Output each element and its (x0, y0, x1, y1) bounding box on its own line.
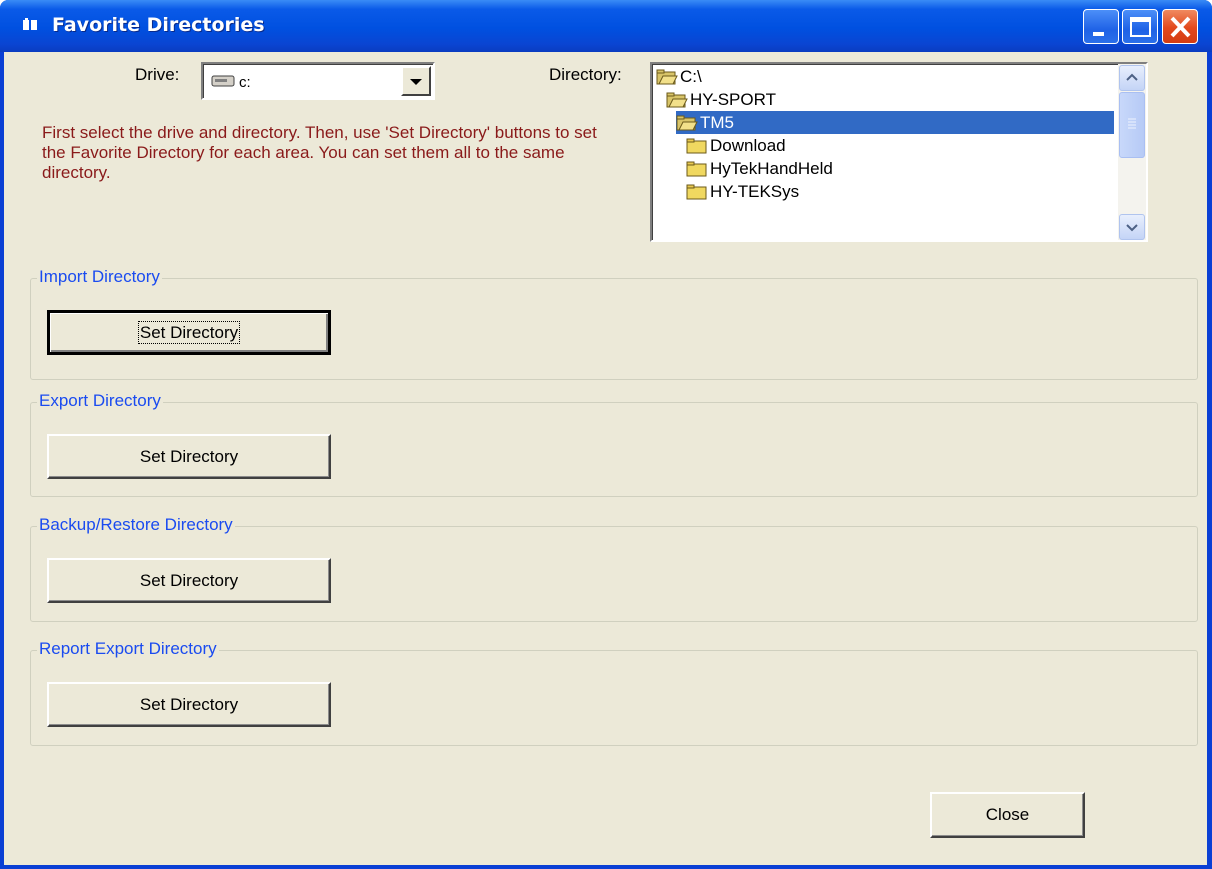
directory-item-label: C:\ (680, 66, 702, 86)
directory-item[interactable]: HyTekHandHeld (686, 157, 833, 180)
directory-item-label: HY-SPORT (690, 89, 776, 109)
chevron-up-icon (1126, 73, 1138, 81)
button-label: Set Directory (139, 446, 239, 466)
scroll-down-button[interactable] (1119, 214, 1145, 240)
directory-item[interactable]: C:\ (656, 65, 702, 88)
directory-item-label: TM5 (700, 112, 734, 132)
drive-icon (211, 75, 235, 87)
scroll-thumb[interactable] (1119, 92, 1145, 158)
drive-label: Drive: (135, 65, 180, 84)
drive-dropdown-button[interactable] (401, 66, 431, 96)
drive-select[interactable]: c: (201, 62, 435, 100)
directory-list[interactable]: C:\ HY-SPORT TM5 Download HyTekHandHeld HY-TE… (650, 62, 1148, 242)
button-label: Set Directory (139, 570, 239, 590)
close-icon (1170, 16, 1191, 38)
set-report-export-directory-button[interactable]: Set Directory (47, 682, 331, 727)
maximize-button[interactable] (1122, 9, 1158, 44)
favorite-directories-window: Favorite Directories Drive: c: Directory… (0, 0, 1212, 869)
title-bar[interactable]: Favorite Directories (0, 0, 1212, 52)
minimize-icon (1093, 32, 1104, 36)
minimize-button[interactable] (1083, 9, 1119, 44)
close-button[interactable]: Close (930, 792, 1085, 838)
directory-item[interactable]: Download (686, 134, 786, 157)
open-folder-icon (666, 92, 688, 107)
close-window-button[interactable] (1162, 9, 1198, 44)
group-title: Report Export Directory (37, 639, 219, 659)
set-export-directory-button[interactable]: Set Directory (47, 434, 331, 479)
dialog-body: Drive: c: Directory: C:\ HY-SPORT TM5 Downl… (4, 52, 1207, 865)
folder-icon (686, 184, 707, 199)
folder-icon (686, 161, 707, 176)
chevron-down-icon (410, 79, 422, 85)
directory-item-label: HY-TEKSys (710, 181, 800, 201)
directory-item[interactable]: HY-TEKSys (686, 180, 799, 203)
group-title: Export Directory (37, 391, 163, 411)
button-label: Set Directory (137, 320, 241, 344)
drive-value: c: (239, 74, 251, 91)
group-title: Import Directory (37, 267, 162, 287)
open-folder-icon (656, 69, 678, 84)
grip-icon (1128, 118, 1136, 129)
window-title: Favorite Directories (52, 14, 265, 36)
import-directory-group: Import Directory Set Directory (30, 267, 1198, 380)
open-folder-icon (676, 115, 698, 130)
set-import-directory-button[interactable]: Set Directory (47, 310, 331, 355)
set-backup-restore-directory-button[interactable]: Set Directory (47, 558, 331, 603)
directory-scrollbar[interactable] (1118, 64, 1146, 240)
instructions-text: First select the drive and directory. Th… (42, 123, 597, 182)
chevron-down-icon (1126, 224, 1138, 232)
app-icon (23, 18, 37, 30)
directory-item[interactable]: TM5 (676, 111, 1114, 134)
directory-label: Directory: (549, 65, 622, 84)
report-export-directory-group: Report Export Directory Set Directory (30, 639, 1198, 746)
directory-item[interactable]: HY-SPORT (666, 88, 776, 111)
maximize-icon (1130, 17, 1151, 37)
button-label: Set Directory (139, 694, 239, 714)
group-title: Backup/Restore Directory (37, 515, 235, 535)
backup-restore-directory-group: Backup/Restore Directory Set Directory (30, 515, 1198, 622)
scroll-up-button[interactable] (1119, 65, 1145, 91)
directory-item-label: HyTekHandHeld (710, 158, 833, 178)
directory-item-label: Download (710, 135, 786, 155)
folder-icon (686, 138, 707, 153)
export-directory-group: Export Directory Set Directory (30, 391, 1198, 497)
